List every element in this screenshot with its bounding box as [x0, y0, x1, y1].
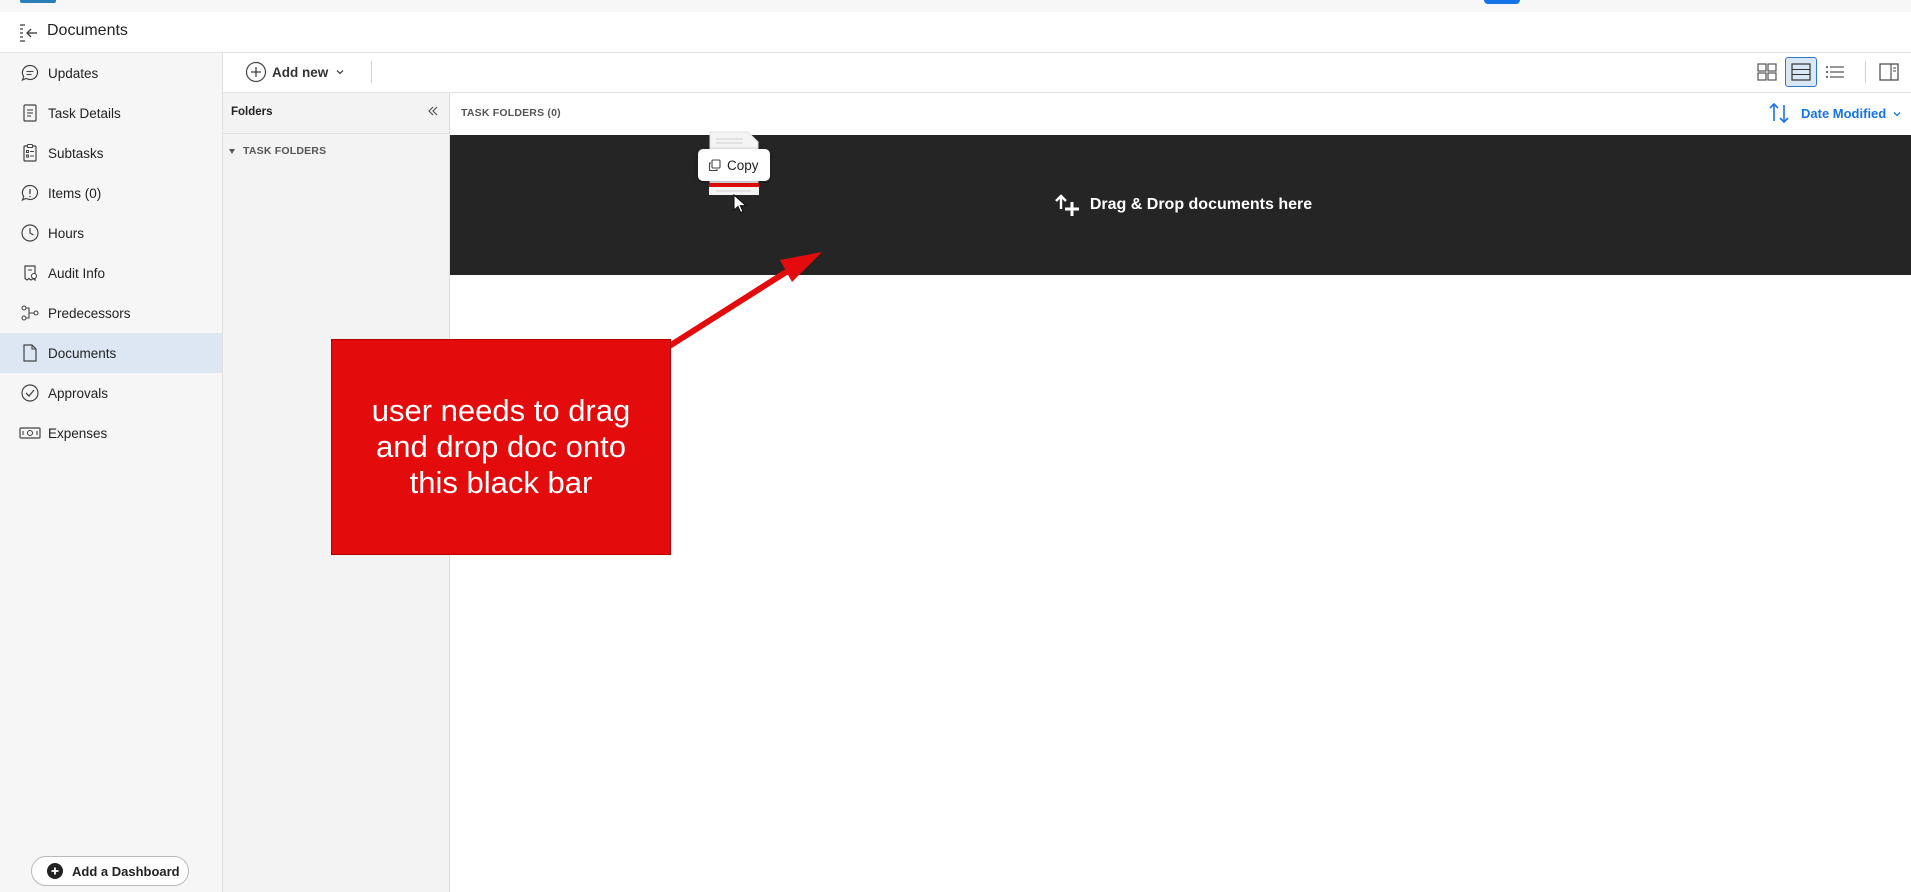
audit-icon [19, 262, 41, 284]
sidebar-item-label: Documents [48, 345, 117, 361]
top-button-edge[interactable] [1484, 0, 1520, 4]
chat-bubble-icon [19, 62, 41, 84]
folders-header: Folders [223, 93, 449, 134]
grid-view-button[interactable] [1751, 57, 1783, 87]
sidebar-item-documents[interactable]: Documents [0, 333, 222, 373]
add-dashboard-button[interactable]: Add a Dashboard [31, 856, 189, 886]
page-title: Documents [47, 22, 128, 39]
sidebar-item-expenses[interactable]: Expenses [0, 413, 222, 453]
collapse-menu-back-icon[interactable] [18, 21, 40, 43]
add-new-label: Add new [272, 64, 329, 80]
sidebar-item-updates[interactable]: Updates [0, 53, 222, 93]
double-chevron-left-icon[interactable] [426, 104, 440, 118]
sidebar-item-label: Subtasks [48, 145, 104, 161]
predecessors-icon [19, 302, 41, 324]
add-new-button[interactable]: Add new [245, 59, 345, 85]
upload-plus-icon [1055, 194, 1079, 216]
sidebar-item-approvals[interactable]: Approvals [0, 373, 222, 413]
folder-count: TASK FOLDERS (0) [461, 107, 561, 119]
drag-drop-zone[interactable]: Drag & Drop documents here [450, 135, 1911, 275]
sidebar: Updates Task Details Subtasks Items (0) … [0, 53, 223, 892]
alert-bubble-icon [19, 182, 41, 204]
copy-icon [708, 158, 721, 171]
sidebar-item-label: Updates [48, 65, 99, 81]
sort-icon[interactable] [1768, 101, 1790, 125]
sidebar-item-label: Expenses [48, 425, 108, 441]
toolbar-divider [371, 61, 372, 83]
list-view-icon [1826, 66, 1844, 78]
list-view-button[interactable] [1819, 57, 1851, 87]
tree-item-label: TASK FOLDERS [243, 145, 327, 157]
toolbar: Add new [223, 53, 1911, 93]
sidebar-item-label: Predecessors [48, 305, 131, 321]
sidebar-item-predecessors[interactable]: Predecessors [0, 293, 222, 333]
copy-tooltip: Copy [698, 149, 770, 181]
page-header: Documents [0, 12, 1911, 53]
sidebar-item-label: Approvals [48, 385, 109, 401]
document-icon [19, 102, 41, 124]
sidebar-item-task-details[interactable]: Task Details [0, 93, 222, 133]
sidebar-item-subtasks[interactable]: Subtasks [0, 133, 222, 173]
card-view-button[interactable] [1785, 57, 1817, 87]
grid-view-icon [1757, 63, 1777, 81]
chevron-down-icon [336, 70, 344, 75]
clipboard-list-icon [19, 142, 41, 164]
clock-icon [19, 222, 41, 244]
sort-dropdown[interactable]: Date Modified [1801, 106, 1902, 121]
plus-circle-outline-icon [245, 61, 267, 83]
toolbar-divider [1865, 61, 1866, 83]
folders-title: Folders [231, 106, 273, 118]
app-tab-indicator [20, 0, 56, 3]
sidebar-item-items[interactable]: Items (0) [0, 173, 222, 213]
sidebar-item-hours[interactable]: Hours [0, 213, 222, 253]
side-panel-button[interactable] [1873, 57, 1905, 87]
check-circle-icon [19, 382, 41, 404]
sidebar-item-label: Audit Info [48, 265, 106, 281]
card-view-icon [1791, 63, 1811, 81]
plus-circle-icon [47, 863, 63, 879]
sort-label: Date Modified [1801, 106, 1887, 121]
annotation-text: user needs to drag and drop doc onto thi… [371, 393, 631, 500]
copy-tooltip-label: Copy [727, 157, 759, 173]
chevron-down-icon [1893, 111, 1901, 116]
mouse-cursor-icon [733, 194, 747, 214]
sidebar-item-label: Hours [48, 225, 85, 241]
side-panel-icon [1879, 63, 1899, 81]
tree-item-task-folders[interactable]: TASK FOLDERS [226, 145, 326, 157]
drag-drop-text: Drag & Drop documents here [1089, 196, 1313, 213]
document-icon [19, 342, 41, 364]
caret-down-icon[interactable] [229, 148, 235, 154]
money-icon [19, 422, 41, 444]
sidebar-item-audit-info[interactable]: Audit Info [0, 253, 222, 293]
sidebar-item-label: Items (0) [48, 185, 102, 201]
content-header: TASK FOLDERS (0) Date Modified [450, 93, 1911, 134]
drag-drop-prompt: Drag & Drop documents here [1053, 193, 1312, 217]
annotation-callout: user needs to drag and drop doc onto thi… [331, 339, 671, 555]
add-dashboard-label: Add a Dashboard [72, 863, 180, 879]
sidebar-item-label: Task Details [48, 105, 121, 121]
